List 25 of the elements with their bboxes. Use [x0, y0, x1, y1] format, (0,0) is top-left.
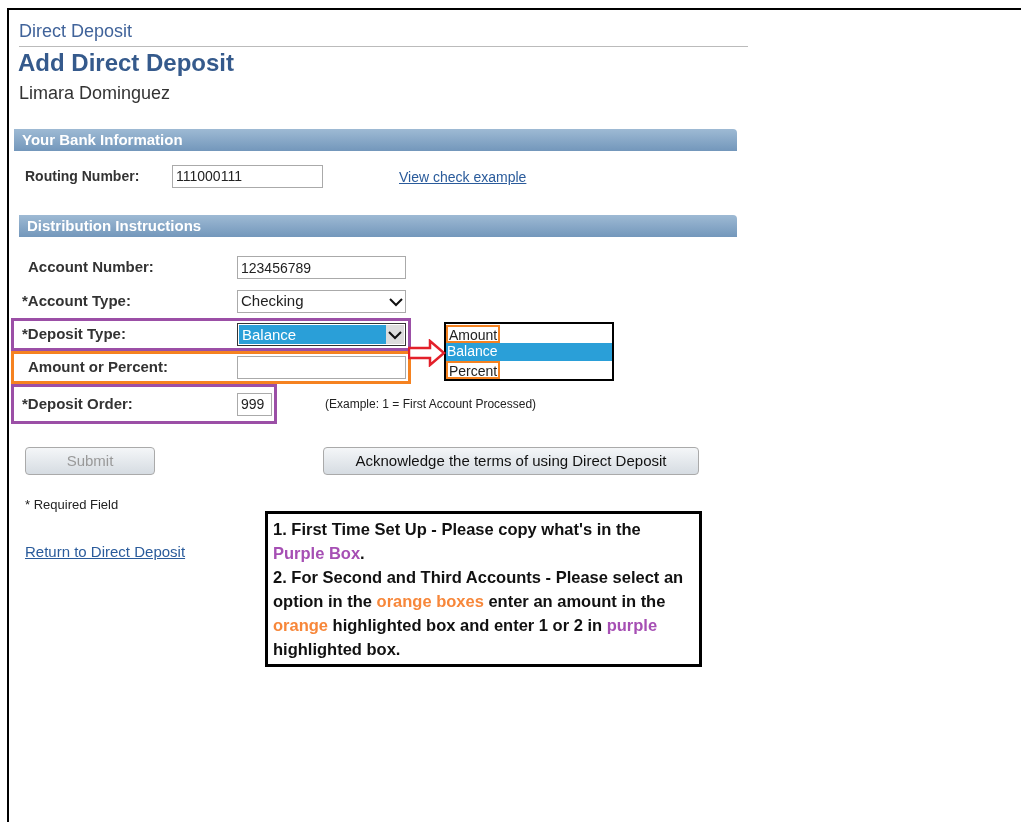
section-header: Your Bank Information: [14, 129, 737, 151]
field-label: Amount or Percent:: [27, 357, 169, 378]
required-field-note: * Required Field: [25, 496, 119, 514]
field-label: Routing Number:: [25, 166, 141, 186]
field-label: *Account Type:: [22, 291, 132, 312]
return-link[interactable]: Return to Direct Deposit: [25, 540, 186, 563]
field-label: Account Number:: [27, 257, 155, 278]
instructions-note: 1. First Time Set Up - Please copy what's in the Purple Box. 2. For Second and Third Accounts - Please select an option in the orange boxes enter an amount in the orange highlighted box and enter 1 or 2 in purple highlighted box.: [265, 511, 702, 667]
field-label: *Deposit Type:: [22, 324, 127, 345]
input-field[interactable]: 999: [237, 392, 272, 416]
breadcrumb: Direct Deposit: [19, 20, 133, 42]
employee-name: Limara Dominguez: [19, 82, 171, 104]
dropdown-field[interactable]: Checking: [237, 290, 406, 313]
acknowledge-terms-button[interactable]: Acknowledge the terms of using Direct Deposit: [323, 447, 699, 475]
view-check-example-link[interactable]: View check example: [399, 167, 527, 188]
dropdown-option[interactable]: Percent: [446, 361, 612, 379]
dropdown-option[interactable]: Amount: [446, 325, 612, 343]
example-hint: (Example: 1 = First Account Processed): [325, 396, 537, 413]
routing-number-field[interactable]: 111000111: [172, 164, 323, 188]
input-field[interactable]: 123456789: [237, 256, 406, 279]
page-title: Add Direct Deposit: [18, 48, 235, 78]
chevron-down-icon: [386, 325, 404, 344]
input-field[interactable]: [237, 356, 406, 379]
section-header: Distribution Instructions: [19, 215, 737, 237]
field-label: *Deposit Order:: [22, 393, 134, 414]
